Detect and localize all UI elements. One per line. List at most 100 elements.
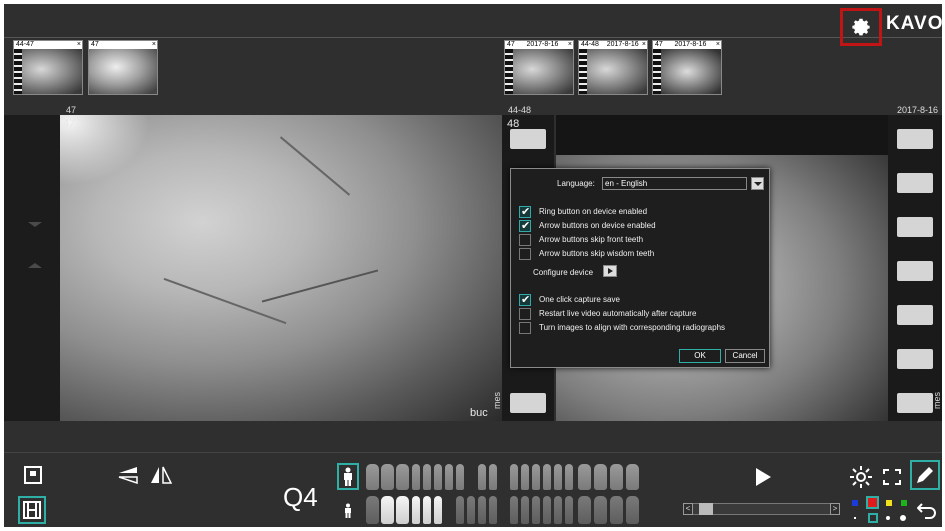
thumbnail[interactable]: 47 2017-8-16 × <box>504 40 574 95</box>
stroke-size-xlarge[interactable] <box>900 515 906 521</box>
tooth-lower[interactable] <box>412 496 420 524</box>
tooth-upper[interactable] <box>445 464 453 490</box>
tooth-lower[interactable] <box>478 496 486 524</box>
report-button[interactable] <box>22 464 44 486</box>
slider-thumb[interactable] <box>699 503 714 515</box>
tooth-upper[interactable] <box>489 464 497 490</box>
film-frame[interactable] <box>897 173 933 193</box>
tooth-lower[interactable] <box>554 496 562 524</box>
film-frame[interactable] <box>510 129 546 149</box>
tooth-lower[interactable] <box>396 496 409 524</box>
flip-horizontal-button[interactable] <box>149 464 173 486</box>
tooth-upper[interactable] <box>366 464 379 490</box>
brightness-button[interactable] <box>848 464 874 490</box>
undo-button[interactable] <box>916 500 938 520</box>
tooth-lower[interactable] <box>366 496 379 524</box>
film-frame[interactable] <box>897 129 933 149</box>
thumbnail[interactable]: 47 × <box>88 40 158 95</box>
slider-right-arrow[interactable]: > <box>830 503 840 515</box>
film-frame[interactable] <box>510 393 546 413</box>
tooth-upper[interactable] <box>423 464 431 490</box>
tooth-upper[interactable] <box>521 464 529 490</box>
fullscreen-button[interactable] <box>880 465 904 489</box>
settings-button[interactable] <box>840 8 882 46</box>
close-icon[interactable]: × <box>77 41 81 49</box>
arrow-buttons-checkbox[interactable] <box>519 219 531 232</box>
close-icon[interactable]: × <box>716 41 720 49</box>
color-swatch-yellow[interactable] <box>886 500 892 506</box>
thumbnail[interactable]: 47 2017-8-16 × <box>652 40 722 95</box>
tooth-upper[interactable] <box>610 464 623 490</box>
chevron-down-icon[interactable] <box>751 177 764 190</box>
thumbnail[interactable]: 44-48 2017-8-16 × <box>578 40 648 95</box>
tooth-upper[interactable] <box>554 464 562 490</box>
tooth-lower[interactable] <box>423 496 431 524</box>
tooth-upper[interactable] <box>381 464 394 490</box>
restart-live-video-checkbox[interactable] <box>519 308 531 320</box>
arrow-down-icon[interactable] <box>28 222 42 227</box>
stroke-size-small[interactable] <box>854 517 856 519</box>
language-select[interactable]: en - English <box>602 177 747 190</box>
tooth-upper[interactable] <box>626 464 639 490</box>
cancel-button[interactable]: Cancel <box>725 349 765 363</box>
tooth-upper[interactable] <box>510 464 518 490</box>
tooth-upper[interactable] <box>565 464 573 490</box>
film-frame[interactable] <box>897 349 933 369</box>
close-icon[interactable]: × <box>152 41 156 49</box>
tooth-lower[interactable] <box>467 496 475 524</box>
one-click-capture-checkbox[interactable] <box>519 293 531 306</box>
flip-vertical-button[interactable] <box>116 464 140 486</box>
tooth-lower[interactable] <box>594 496 607 524</box>
color-swatch-green[interactable] <box>901 500 907 506</box>
tooth-upper[interactable] <box>478 464 486 490</box>
tooth-lower[interactable] <box>610 496 623 524</box>
tooth-lower[interactable] <box>626 496 639 524</box>
tooth-lower[interactable] <box>532 496 540 524</box>
thumbnail[interactable]: 44-47 × <box>13 40 83 95</box>
film-frame[interactable] <box>897 393 933 413</box>
ring-button-checkbox[interactable] <box>519 205 531 218</box>
stroke-size-medium[interactable] <box>868 513 878 523</box>
tooth-upper[interactable] <box>594 464 607 490</box>
annotate-button[interactable] <box>910 460 940 490</box>
close-icon[interactable]: × <box>568 41 572 49</box>
tooth-lower[interactable] <box>381 496 394 524</box>
tooth-upper[interactable] <box>396 464 409 490</box>
color-swatch-red[interactable] <box>866 496 879 509</box>
fullscreen-icon <box>883 469 901 485</box>
arrow-up-icon[interactable] <box>28 263 42 268</box>
tooth-lower[interactable] <box>456 496 464 524</box>
tooth-lower[interactable] <box>489 496 497 524</box>
tooth-upper[interactable] <box>412 464 420 490</box>
adult-patient-button[interactable] <box>337 463 359 490</box>
film-icon <box>23 501 41 519</box>
film-frame[interactable] <box>897 217 933 237</box>
tooth-upper[interactable] <box>532 464 540 490</box>
color-swatch-blue[interactable] <box>852 500 858 506</box>
turn-images-checkbox[interactable] <box>519 322 531 334</box>
close-icon[interactable]: × <box>642 41 646 49</box>
tooth-upper[interactable] <box>578 464 591 490</box>
left-image-viewer[interactable]: 47 buc <box>60 115 503 421</box>
tooth-lower[interactable] <box>543 496 551 524</box>
skip-wisdom-teeth-checkbox[interactable] <box>519 248 531 260</box>
skip-front-teeth-checkbox[interactable] <box>519 234 531 246</box>
tooth-upper[interactable] <box>434 464 442 490</box>
child-patient-button[interactable] <box>339 500 357 522</box>
tooth-lower[interactable] <box>578 496 591 524</box>
tooth-lower[interactable] <box>510 496 518 524</box>
tooth-lower[interactable] <box>521 496 529 524</box>
tooth-upper[interactable] <box>543 464 551 490</box>
tooth-lower[interactable] <box>434 496 442 524</box>
filmstrip-icon <box>579 49 587 94</box>
play-button[interactable] <box>750 464 776 490</box>
ok-button[interactable]: OK <box>679 349 721 363</box>
tooth-lower[interactable] <box>565 496 573 524</box>
film-frame[interactable] <box>897 305 933 325</box>
tooth-upper[interactable] <box>456 464 464 490</box>
slider-left-arrow[interactable]: < <box>683 503 693 515</box>
film-frame[interactable] <box>897 261 933 281</box>
stroke-size-large[interactable] <box>886 516 890 520</box>
configure-device-button[interactable] <box>603 265 617 277</box>
filmstrip-button[interactable] <box>18 496 46 524</box>
